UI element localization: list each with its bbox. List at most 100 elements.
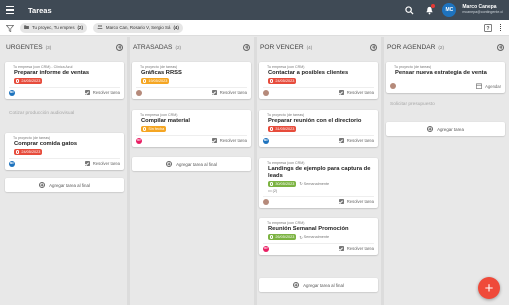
resolve-task-button[interactable]: Resolver tarea bbox=[211, 90, 247, 96]
assignee-avatar bbox=[263, 89, 269, 96]
filter-bar: Tu proyec, Tu empres (2) Marco Can, Rosa… bbox=[0, 20, 509, 36]
column-por-vencer: POR VENCER (4) Tu empresa (con CRM) Cont… bbox=[256, 37, 381, 305]
task-name: Comprar comida gatos bbox=[14, 141, 78, 147]
due-date-badge: 26/05/2023 bbox=[268, 234, 297, 241]
task-name: Solicitar presupuesto bbox=[390, 102, 435, 107]
add-task-label: Agregar tarea al final bbox=[176, 161, 217, 167]
attachment-count: (2) bbox=[272, 188, 278, 193]
add-task-label: Agregar tarea al final bbox=[49, 182, 90, 188]
resolve-label: Resolver tarea bbox=[219, 138, 247, 144]
clock-icon bbox=[16, 79, 20, 83]
plus-icon bbox=[427, 126, 434, 132]
resolve-task-button[interactable]: Resolver tarea bbox=[211, 138, 247, 144]
menu-icon[interactable] bbox=[0, 0, 20, 20]
due-date: 24/05/2023 bbox=[275, 79, 295, 84]
clock-icon bbox=[16, 150, 20, 154]
task-name: Cotizar producción audiovisual bbox=[9, 111, 75, 116]
user-avatar[interactable]: MC bbox=[442, 3, 457, 17]
add-task-button[interactable]: Agregar tarea al final bbox=[132, 157, 251, 171]
add-task-button[interactable]: Agregar tarea al final bbox=[259, 278, 378, 292]
help-icon[interactable]: ? bbox=[484, 19, 492, 37]
column-urgentes: URGENTES (3) Tu empresa (con CRM) - Clín… bbox=[2, 37, 127, 305]
due-date: 19/05/2023 bbox=[148, 79, 168, 84]
plus-icon bbox=[166, 161, 173, 167]
add-fab-button[interactable]: + bbox=[478, 277, 500, 299]
task-name: Preparar reunión con el directorio bbox=[268, 118, 362, 124]
filter-icon[interactable] bbox=[5, 19, 15, 37]
task-name: Reunión Semanal Promoción bbox=[268, 226, 349, 232]
clock-icon bbox=[270, 235, 274, 239]
task-project: Tu proyecto (de tareas) bbox=[394, 65, 432, 69]
task-card[interactable]: Tu proyecto (de tareas) Preparar reunión… bbox=[259, 110, 378, 147]
resolve-task-button[interactable]: Resolver tarea bbox=[338, 138, 374, 144]
project-filter-count: (2) bbox=[77, 25, 83, 30]
due-date-badge: 24/05/2023 bbox=[14, 149, 43, 156]
task-card[interactable]: Tu empresa (con CRM) Contactar a posible… bbox=[259, 62, 378, 99]
clock-icon bbox=[143, 79, 147, 83]
assignee-avatar bbox=[263, 198, 269, 205]
add-task-button[interactable]: Agregar tarea bbox=[386, 122, 505, 136]
schedule-label: Agendar bbox=[485, 83, 501, 89]
column-header: ATRASADAS (2) bbox=[129, 37, 254, 57]
top-bar: Tareas MC Marco Canepa mcanepa@contingen… bbox=[0, 0, 509, 20]
repeat-icon: ↻ bbox=[299, 235, 303, 240]
add-task-icon[interactable] bbox=[116, 43, 123, 51]
task-card[interactable]: Tu empresa (con CRM) Compilar material S… bbox=[132, 110, 251, 147]
repeat-icon: ↻ bbox=[299, 182, 303, 187]
task-card[interactable]: Tu empresa (con CRM) Landings de ejemplo… bbox=[259, 158, 378, 208]
bell-icon[interactable] bbox=[422, 3, 436, 17]
add-task-icon[interactable] bbox=[243, 43, 250, 51]
assignee-avatar: MC bbox=[9, 89, 15, 96]
task-project: Tu empresa (con CRM) bbox=[140, 113, 178, 117]
resolve-task-button[interactable]: Resolver tarea bbox=[338, 246, 374, 252]
task-card[interactable]: Tu proyecto (de tareas) Gráficas RRSS 19… bbox=[132, 62, 251, 99]
task-project: Tu proyecto (de tareas) bbox=[13, 136, 51, 140]
user-info[interactable]: Marco Canepa mcanepa@contingente.cl bbox=[462, 5, 503, 14]
column-count: (3) bbox=[45, 44, 52, 50]
resolve-task-button[interactable]: Resolver tarea bbox=[338, 90, 374, 96]
task-project: Tu empresa (con CRM) - Clínica Azul bbox=[13, 65, 73, 69]
completed-task[interactable]: Cotizar producción audiovisual bbox=[5, 109, 124, 122]
task-card[interactable]: Tu proyecto (de tareas) Comprar comida g… bbox=[5, 133, 124, 170]
due-date-badge: Sin fecha bbox=[141, 126, 167, 133]
attachments[interactable]: ▭ (2) bbox=[268, 188, 278, 194]
project-filter-chip[interactable]: Tu proyec, Tu empres (2) bbox=[20, 22, 87, 33]
task-card[interactable]: Tu proyecto (de tareas) Pensar nueva est… bbox=[386, 62, 505, 93]
due-date-badge: 31/05/2023 bbox=[268, 126, 297, 133]
completed-task[interactable]: Solicitar presupuesto bbox=[386, 100, 505, 113]
more-options-icon[interactable] bbox=[500, 24, 501, 31]
column-title: URGENTES bbox=[6, 43, 43, 51]
column-title: POR VENCER bbox=[260, 43, 304, 51]
recurrence: ↻ Semanalmente bbox=[299, 181, 329, 187]
checkbox-icon bbox=[338, 199, 344, 205]
task-card[interactable]: Tu empresa (con CRM) - Clínica Azul Prep… bbox=[5, 62, 124, 99]
column-header: URGENTES (3) bbox=[2, 37, 127, 57]
people-filter-chip[interactable]: Marco Can, Rosario V, Sergio Sá (4) bbox=[92, 22, 183, 33]
resolve-label: Resolver tarea bbox=[346, 90, 374, 96]
resolve-task-button[interactable]: Resolver tarea bbox=[84, 161, 120, 167]
add-task-label: Agregar tarea al final bbox=[303, 282, 344, 288]
plus-icon bbox=[39, 182, 46, 188]
schedule-task-button[interactable]: Agendar bbox=[476, 83, 501, 90]
checkbox-icon bbox=[338, 138, 344, 144]
due-date: 31/05/2023 bbox=[275, 127, 295, 132]
resolve-label: Resolver tarea bbox=[92, 161, 120, 167]
project-filter-label: Tu proyec, Tu empres bbox=[32, 25, 75, 30]
task-name: Gráficas RRSS bbox=[141, 70, 182, 76]
task-name: Landings de ejemplo para captura de lead… bbox=[268, 166, 371, 179]
add-task-icon[interactable] bbox=[497, 43, 504, 51]
column-title: POR AGENDAR bbox=[387, 43, 436, 51]
resolve-label: Resolver tarea bbox=[346, 246, 374, 252]
due-date-badge: 24/05/2023 bbox=[14, 78, 43, 85]
svg-text:?: ? bbox=[486, 26, 489, 32]
add-task-button[interactable]: Agregar tarea al final bbox=[5, 178, 124, 192]
task-card[interactable]: Tu empresa (con CRM) Reunión Semanal Pro… bbox=[259, 218, 378, 255]
search-icon[interactable] bbox=[402, 3, 416, 17]
resolve-task-button[interactable]: Resolver tarea bbox=[84, 90, 120, 96]
column-header: POR VENCER (4) bbox=[256, 37, 381, 57]
checkbox-icon bbox=[338, 90, 344, 96]
user-email: mcanepa@contingente.cl bbox=[462, 9, 503, 14]
resolve-task-button[interactable]: Resolver tarea bbox=[338, 199, 374, 205]
checkbox-icon bbox=[84, 161, 90, 167]
add-task-icon[interactable] bbox=[370, 43, 377, 51]
